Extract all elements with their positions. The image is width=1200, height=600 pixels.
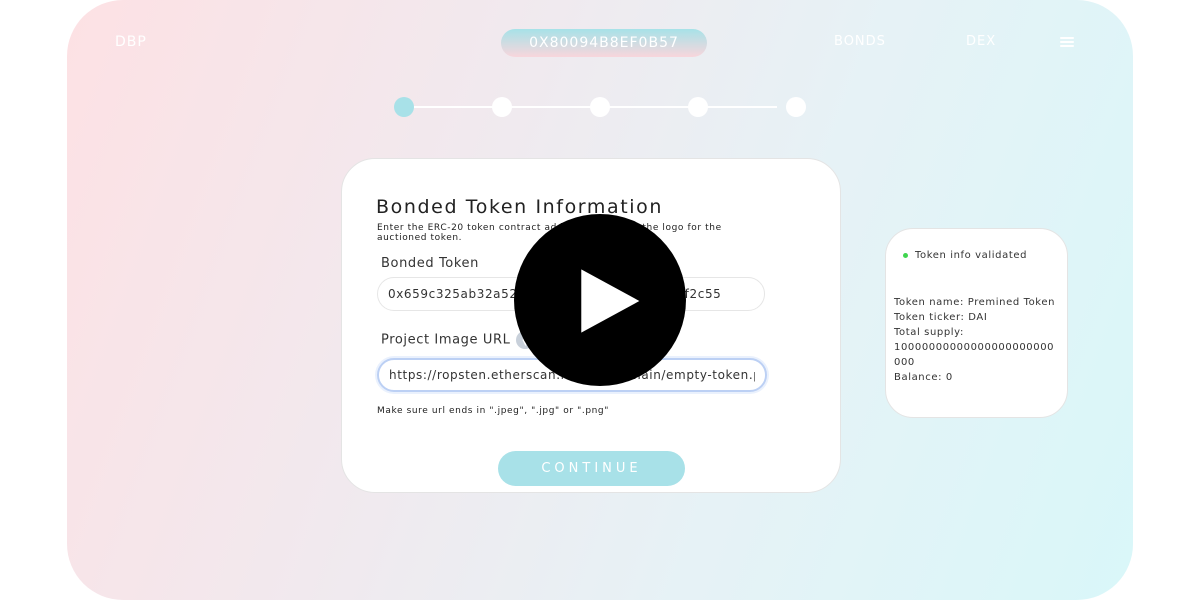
project-image-label: Project Image URL: [381, 331, 535, 349]
progress-stepper: [394, 97, 806, 117]
step-4[interactable]: [688, 97, 708, 117]
token-details: Token name: Premined Token Token ticker:…: [894, 295, 1058, 385]
total-supply-label: Total supply:: [894, 327, 964, 338]
bonded-token-label: Bonded Token: [381, 256, 479, 271]
step-5[interactable]: [786, 97, 806, 117]
validation-status: Token info validated: [903, 250, 1027, 261]
total-supply-value: 10000000000000000000000000: [894, 342, 1055, 368]
validation-status-text: Token info validated: [915, 250, 1028, 261]
step-2[interactable]: [492, 97, 512, 117]
validation-panel: Token info validated Token name: Premine…: [885, 228, 1068, 418]
token-ticker: Token ticker: DAI: [894, 312, 988, 323]
brand-logo[interactable]: DBP: [115, 34, 147, 50]
play-icon: [581, 269, 640, 333]
url-hint: Make sure url ends in ".jpeg", ".jpg" or…: [377, 406, 609, 416]
form-title: Bonded Token Information: [376, 196, 664, 218]
hamburger-icon[interactable]: [1060, 37, 1074, 47]
project-image-label-text: Project Image URL: [381, 332, 511, 348]
step-1[interactable]: [394, 97, 414, 117]
nav-dex-link[interactable]: DEX: [966, 34, 996, 49]
status-dot-icon: [903, 252, 908, 258]
step-3[interactable]: [590, 97, 610, 117]
nav-bonds-link[interactable]: BONDS: [834, 34, 886, 49]
token-balance: Balance: 0: [894, 372, 953, 383]
wallet-address-pill[interactable]: 0X80094B8EF0B57: [501, 29, 707, 57]
video-play-button[interactable]: [514, 214, 686, 386]
token-name: Token name: Premined Token: [894, 297, 1056, 308]
continue-button[interactable]: CONTINUE: [498, 451, 685, 486]
